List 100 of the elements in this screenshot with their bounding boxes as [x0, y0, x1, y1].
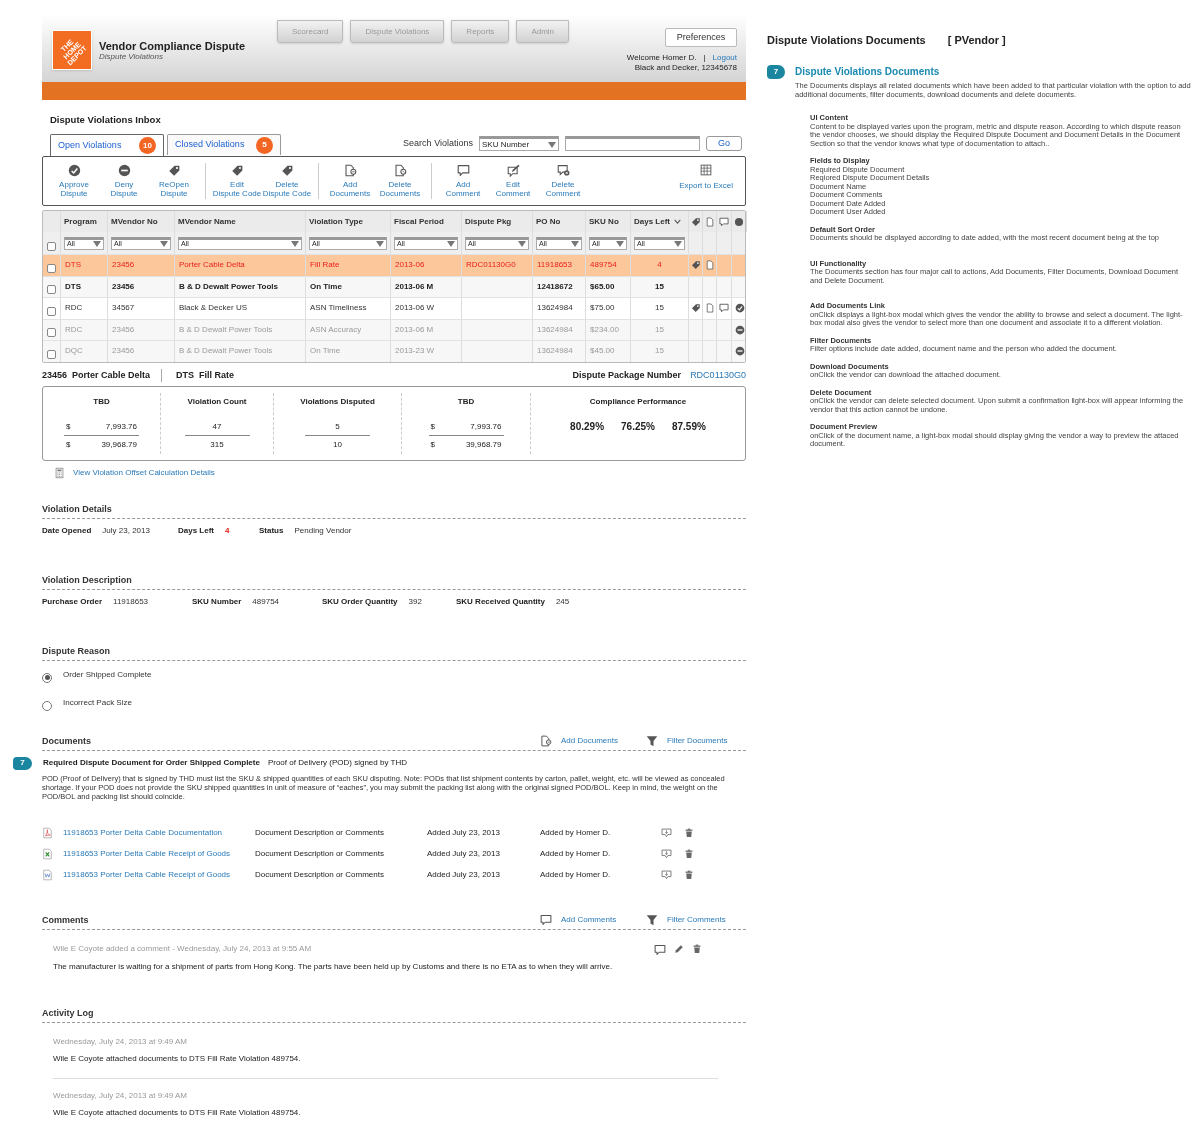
checkbox[interactable]: [47, 285, 56, 294]
metric-title: TBD: [457, 395, 475, 408]
field-label: SKU Number: [192, 595, 242, 608]
field-value: 4: [225, 524, 230, 537]
document-link[interactable]: 11918653 Porter Delta Cable Receipt of Goods: [63, 847, 255, 860]
document-author: Added by Homer D.: [540, 868, 612, 881]
violations-tab[interactable]: Closed Violations 5: [167, 134, 281, 155]
table-row[interactable]: RDC 23456 B & D Dewalt Power Tools ASN Accuracy 2013-06 M 13624984 $234.00 15: [43, 318, 745, 340]
table-cell: 4: [657, 259, 662, 272]
download-icon[interactable]: [661, 869, 672, 880]
package-number-link[interactable]: RDC01130G0: [690, 368, 746, 383]
toolbar-button[interactable]: Delete Dispute Code: [262, 164, 312, 198]
trash-icon[interactable]: [684, 848, 694, 859]
field-value: 392: [408, 595, 422, 608]
spec-heading: Dispute Violations Documents: [795, 65, 940, 79]
section-action-link[interactable]: Add Documents: [540, 734, 646, 747]
table-row[interactable]: RDC 34567 Black & Decker US ASN Timeliness 2013-06 W 13624984 $75.00 15: [43, 297, 745, 319]
metric-value: 5: [335, 421, 340, 431]
document-icon[interactable]: [704, 260, 715, 271]
field-value: 489754: [252, 595, 280, 608]
vendor-number: 23456: [42, 368, 68, 382]
checkbox[interactable]: [47, 263, 56, 273]
minus-circle-icon[interactable]: [734, 346, 745, 357]
check-circle-icon: [67, 164, 81, 177]
check-circle-icon[interactable]: [734, 303, 745, 314]
caret-icon: [674, 241, 682, 247]
caret-icon: [571, 241, 579, 247]
app-subtitle: Dispute Violations: [99, 52, 164, 62]
document-description: Document Description or Comments: [255, 826, 385, 839]
toolbar-button[interactable]: Approve Dispute: [49, 164, 99, 198]
pdf-file-icon: [42, 826, 53, 839]
trash-icon[interactable]: [684, 869, 694, 880]
checkbox[interactable]: [47, 328, 56, 337]
currency-symbol: $: [430, 438, 435, 451]
document-link[interactable]: 11918653 Porter Delta Cable Receipt of Goods: [63, 868, 255, 881]
logout-link[interactable]: Logout: [712, 53, 737, 63]
download-icon[interactable]: [661, 827, 672, 838]
search-field[interactable]: [565, 136, 700, 151]
table-cell: On Time: [310, 345, 341, 358]
section-action-link[interactable]: Filter Documents: [646, 734, 746, 747]
filter-icon: [646, 913, 658, 926]
delete-document-icon: [393, 164, 407, 177]
go-button[interactable]: Go: [706, 136, 742, 151]
spec-tag: [ PVendor ]: [947, 34, 1006, 47]
pencil-icon[interactable]: [674, 943, 684, 954]
field-value: 245: [555, 595, 570, 608]
radio-button[interactable]: [42, 700, 52, 711]
table-cell: $234.00: [590, 323, 619, 336]
radio-option[interactable]: Incorrect Pack Size: [42, 696, 746, 711]
step-badge: 7: [767, 64, 785, 79]
toolbar-button[interactable]: ReOpen Dispute: [149, 164, 199, 198]
radio-option[interactable]: Order Shipped Complete: [42, 668, 746, 683]
offset-details-link[interactable]: View Violation Offset Calculation Details: [73, 466, 215, 479]
checkbox[interactable]: [47, 242, 56, 251]
comment-icon[interactable]: [654, 943, 666, 956]
minus-circle-icon[interactable]: [734, 324, 745, 335]
toolbar-button[interactable]: Deny Dispute: [99, 164, 149, 198]
trash-icon[interactable]: [692, 943, 702, 954]
table-row[interactable]: DTS 23456 Porter Cable Delta Fill Rate 2013-06 RDC01130G0 11918653 489754 4: [43, 254, 745, 276]
table-cell: $45.00: [590, 345, 615, 358]
violations-tab[interactable]: Open Violations 10: [50, 134, 164, 156]
checkbox[interactable]: [47, 349, 56, 359]
section-action-link[interactable]: Filter Comments: [646, 913, 746, 926]
document-link[interactable]: 11918653 Porter Delta Cable Documentation: [63, 826, 255, 839]
table-cell: 23456: [112, 280, 135, 293]
search-type-dropdown[interactable]: SKU Number: [479, 136, 559, 151]
caret-icon: [616, 241, 624, 247]
toolbar-button[interactable]: Edit Dispute Code: [212, 164, 262, 198]
table-cell: B & D Dewalt Power Tools: [179, 345, 273, 358]
comment-icon: [719, 216, 729, 227]
table-row[interactable]: DQC 23456 B & D Dewalt Power Tools On Time 2013-23 W 13624984 $45.00 15: [43, 340, 745, 362]
toolbar-button[interactable]: Add Documents: [325, 164, 375, 198]
metric-value: 39,968.79: [465, 438, 502, 451]
caret-icon: [291, 241, 299, 247]
toolbar-button[interactable]: Delete Comment: [538, 164, 588, 198]
download-icon[interactable]: [661, 848, 672, 859]
spec-title: Dispute Violations Documents: [767, 34, 926, 47]
toolbar-button[interactable]: Edit Comment: [488, 164, 538, 198]
section-title: Activity Log: [42, 1007, 94, 1019]
comment-icon[interactable]: [719, 303, 729, 314]
section-title: Documents: [42, 735, 91, 747]
toolbar-button[interactable]: Delete Documents: [375, 164, 425, 198]
table-cell: 12418672: [537, 280, 573, 293]
field-label: Date Opened: [42, 524, 92, 537]
checkbox[interactable]: [47, 306, 56, 316]
radio-button[interactable]: [42, 672, 52, 683]
tag-icon[interactable]: [690, 303, 701, 314]
activity-time: Wednesday, July 24, 2013 at 9:49 AM: [53, 1035, 188, 1048]
tag-icon[interactable]: [690, 260, 701, 271]
section-action-link[interactable]: Add Comments: [540, 913, 646, 926]
toolbar-button[interactable]: Add Comment: [438, 164, 488, 198]
performance-value: 87.59%: [671, 419, 706, 434]
trash-icon[interactable]: [684, 827, 694, 838]
table-cell: Black & Decker US: [179, 302, 248, 315]
table-cell: ASN Accuracy: [310, 323, 362, 336]
preferences-button[interactable]: Preferences: [665, 28, 737, 47]
export-button[interactable]: Export to Excel: [679, 163, 739, 190]
document-icon[interactable]: [704, 303, 715, 314]
table-cell: Fill Rate: [310, 259, 340, 272]
table-row[interactable]: DTS 23456 B & D Dewalt Power Tools On Time 2013-06 M 12418672 $65.00 15: [43, 275, 745, 297]
